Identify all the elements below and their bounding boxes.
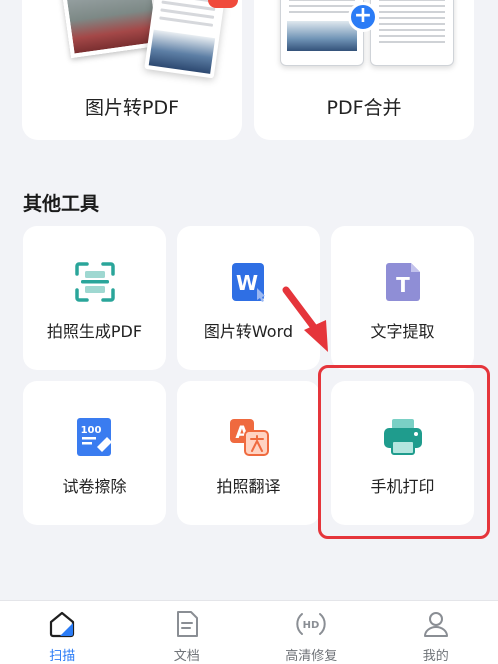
text-glyph: T: [396, 273, 410, 297]
bottom-nav: 扫描 文档 HD 高清修复 我的: [0, 600, 498, 664]
mobile-print-button[interactable]: 手机打印: [331, 381, 474, 525]
pdf-merge-card[interactable]: + PDF合并: [254, 0, 474, 140]
word-glyph: W: [235, 271, 257, 295]
tool-label: 手机打印: [370, 477, 435, 496]
profile-icon: [423, 612, 448, 637]
pdf-badge-icon: [208, 0, 238, 8]
nav-label: 高清修复: [285, 649, 338, 664]
tool-label: 文字提取: [370, 322, 435, 341]
word-doc-icon: W: [231, 263, 265, 302]
hd-icon: HD: [296, 613, 326, 635]
nav-item-scan[interactable]: 扫描: [0, 601, 125, 664]
exam-erase-button[interactable]: 100 试卷擦除: [23, 381, 166, 525]
tool-label: 试卷擦除: [62, 477, 127, 496]
nav-item-documents[interactable]: 文档: [125, 601, 250, 664]
scan-frame-icon: [74, 262, 115, 302]
home-scan-icon: [50, 611, 75, 638]
tool-label: 拍照生成PDF: [46, 322, 143, 341]
image-to-pdf-label: 图片转PDF: [84, 97, 180, 119]
pdf-merge-label: PDF合并: [326, 97, 402, 119]
pointer-arrow-icon: [282, 286, 328, 352]
tool-label: 拍照翻译: [216, 477, 281, 496]
nav-label: 扫描: [49, 649, 76, 664]
merge-doc-illustration: [370, 0, 454, 66]
nav-label: 文档: [173, 649, 200, 664]
hd-glyph: HD: [303, 620, 320, 631]
exam-erase-icon: 100: [76, 418, 112, 456]
section-title: 其他工具: [23, 193, 100, 215]
text-extract-icon: T: [385, 263, 420, 301]
score-glyph: 100: [80, 425, 101, 436]
plus-icon: +: [348, 2, 378, 32]
photo-to-pdf-button[interactable]: 拍照生成PDF: [23, 226, 166, 370]
image-to-pdf-card[interactable]: 图片转PDF: [22, 0, 242, 140]
nav-item-profile[interactable]: 我的: [374, 601, 498, 664]
printer-icon: [383, 419, 422, 455]
document-illustration: [144, 0, 226, 79]
text-extract-button[interactable]: T 文字提取: [331, 226, 474, 370]
document-icon: [176, 611, 198, 637]
nav-label: 我的: [422, 649, 449, 664]
nav-item-hd-repair[interactable]: HD 高清修复: [249, 601, 374, 664]
translate-icon: A: [229, 419, 269, 456]
photo-translate-button[interactable]: A 拍照翻译: [177, 381, 320, 525]
